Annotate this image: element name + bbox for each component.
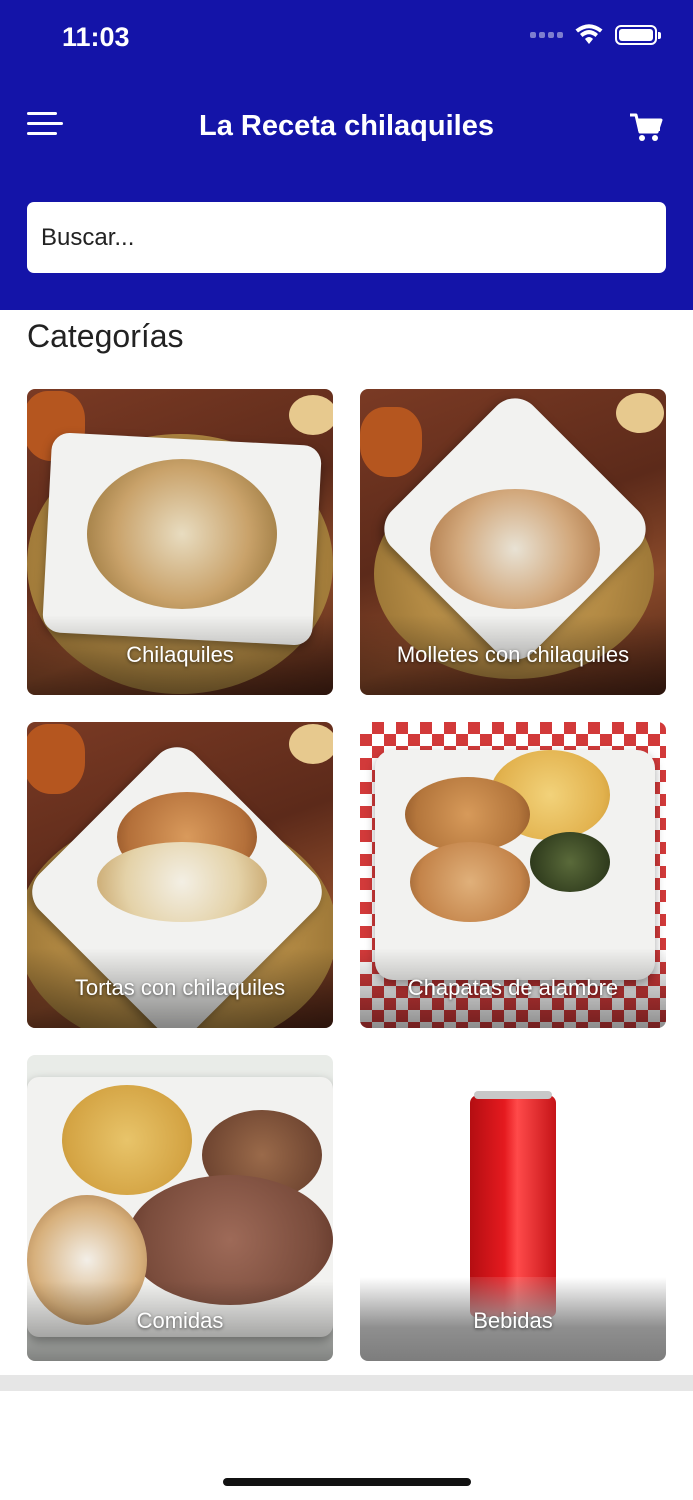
category-card-chapatas[interactable]: Chapatas de alambre (360, 722, 666, 1028)
category-grid: Chilaquiles Molletes con chilaquiles Tor… (27, 389, 666, 1361)
category-card-tortas[interactable]: Tortas con chilaquiles (27, 722, 333, 1028)
category-card-molletes[interactable]: Molletes con chilaquiles (360, 389, 666, 695)
home-indicator[interactable] (223, 1478, 471, 1486)
category-card-bebidas[interactable]: Bebidas (360, 1055, 666, 1361)
wifi-icon (575, 24, 603, 44)
category-card-comidas[interactable]: Comidas (27, 1055, 333, 1361)
category-label: Tortas con chilaquiles (74, 975, 286, 1000)
cart-button[interactable] (629, 112, 669, 152)
category-label: Comidas (136, 1308, 224, 1333)
cart-icon (630, 113, 663, 141)
signal-icon (530, 32, 563, 38)
status-icons (530, 24, 661, 46)
search-input[interactable] (27, 202, 666, 273)
category-label: Chapatas de alambre (407, 975, 619, 1000)
app-header: 11:03 La Receta chilaquiles (0, 0, 693, 310)
page-title: La Receta chilaquiles (199, 110, 494, 142)
battery-icon (615, 25, 661, 45)
category-card-chilaquiles[interactable]: Chilaquiles (27, 389, 333, 695)
category-label: Molletes con chilaquiles (396, 642, 630, 667)
status-time: 11:03 (62, 22, 130, 52)
bottom-divider (0, 1375, 693, 1391)
category-label: Bebidas (473, 1308, 553, 1333)
categories-heading: Categorías (27, 318, 184, 354)
category-label: Chilaquiles (126, 642, 234, 667)
